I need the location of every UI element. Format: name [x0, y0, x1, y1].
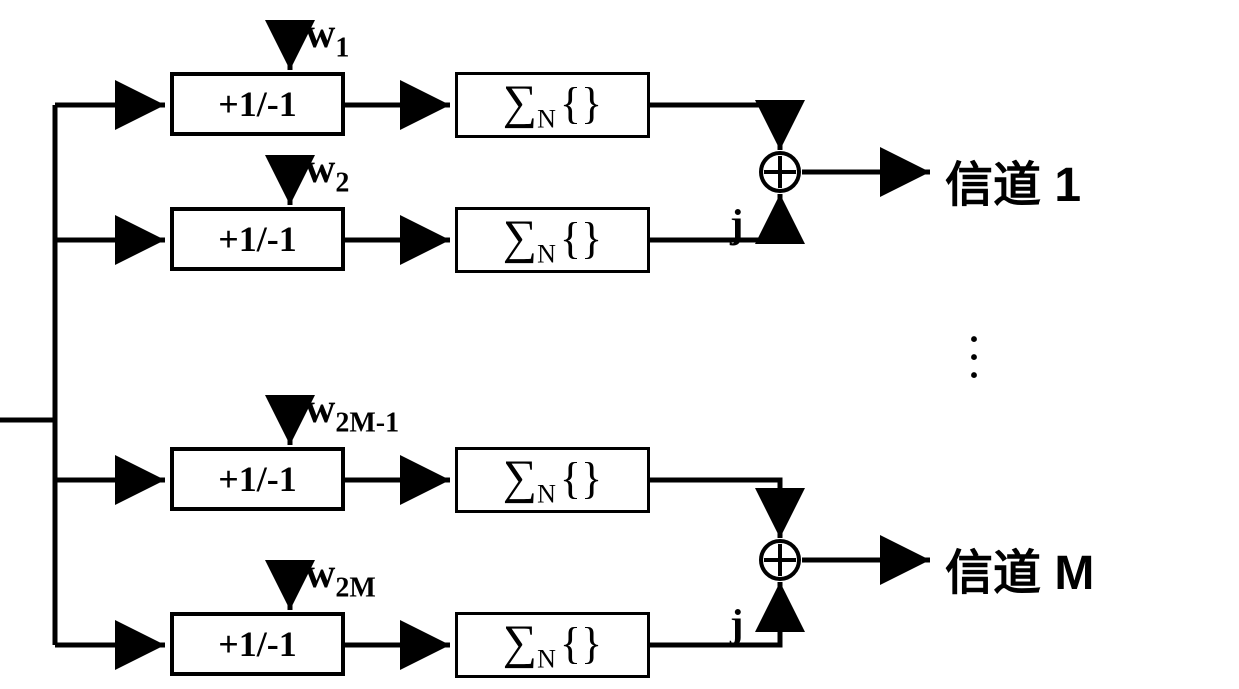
j-label-1: j	[730, 200, 743, 247]
weight-label-2m: w2M	[305, 550, 376, 604]
j-label-m: j	[730, 600, 743, 647]
sign-block-4: +1/-1	[170, 612, 345, 676]
sign-block-3: +1/-1	[170, 447, 345, 511]
output-label-1: 信道 1	[945, 145, 1081, 215]
weight-label-1: w1	[305, 10, 349, 64]
sum-block-2: ∑N{}	[455, 207, 650, 273]
weight-label-2m-1: w2M-1	[305, 385, 399, 439]
output-label-m: 信道 M	[945, 533, 1094, 603]
sum-block-4: ∑N{}	[455, 612, 650, 678]
sign-block-2: +1/-1	[170, 207, 345, 271]
sign-block-1: +1/-1	[170, 72, 345, 136]
adder-1	[758, 150, 802, 194]
sum-block-3: ∑N{}	[455, 447, 650, 513]
adder-m	[758, 538, 802, 582]
weight-label-2: w2	[305, 145, 349, 199]
ellipsis: ···	[968, 330, 980, 384]
sum-block-1: ∑N{}	[455, 72, 650, 138]
